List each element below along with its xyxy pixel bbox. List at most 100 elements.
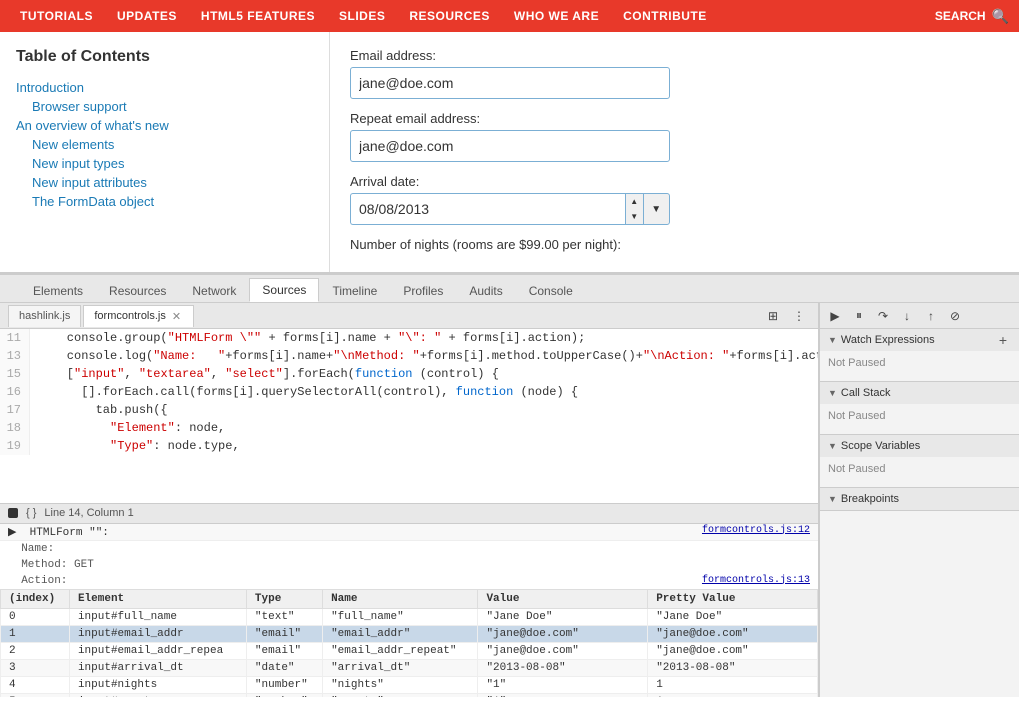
tab-sources[interactable]: Sources xyxy=(249,278,319,302)
add-watch-button[interactable]: + xyxy=(995,332,1011,348)
table-cell: 1 xyxy=(648,676,818,693)
nav-tutorials[interactable]: TUTORIALS xyxy=(10,3,103,29)
table-row[interactable]: 4input#nights"number""nights""1"1 xyxy=(1,676,818,693)
code-line-16: 16 [].forEach.call(forms[i].querySelecto… xyxy=(0,383,818,401)
toc-new-input-attrs[interactable]: New input attributes xyxy=(16,173,313,192)
table-cell: 5 xyxy=(1,693,70,697)
toc-introduction[interactable]: Introduction xyxy=(16,78,313,97)
call-stack-content: Not Paused xyxy=(820,404,1019,434)
watch-expressions-content: Not Paused xyxy=(820,351,1019,381)
table-cell: 4 xyxy=(1,676,70,693)
nav-resources[interactable]: RESOURCES xyxy=(399,3,500,29)
table-cell: "arrival_dt" xyxy=(323,659,478,676)
table-cell: 1 xyxy=(648,693,818,697)
step-out-button[interactable]: ↑ xyxy=(920,306,942,326)
code-line-13: 13 console.log("Name: "+forms[i].name+"\… xyxy=(0,347,818,365)
file-tabs: hashlink.js formcontrols.js ✕ ⊞ ⋮ xyxy=(0,303,818,329)
file-tab-formcontrols[interactable]: formcontrols.js ✕ xyxy=(83,305,194,327)
expand-arrow-icon: ▶ xyxy=(8,527,16,539)
file-tab-hashlink[interactable]: hashlink.js xyxy=(8,305,81,327)
col-type: Type xyxy=(246,589,322,608)
breakpoints-header[interactable]: ▼ Breakpoints xyxy=(820,488,1019,510)
nav-contribute[interactable]: CONTRIBUTE xyxy=(613,3,717,29)
debugger-toolbar: ▶ ⏸ ↷ ↓ ↑ ⊘ xyxy=(820,303,1019,329)
nav-whoweare[interactable]: WHO WE ARE xyxy=(504,3,609,29)
toc-new-elements[interactable]: New elements xyxy=(16,135,313,154)
data-table: (index) Element Type Name Value Pretty V… xyxy=(0,589,818,698)
file-tab-close-icon[interactable]: ✕ xyxy=(170,310,183,323)
table-row[interactable]: 5input#guests"number""guests""1"1 xyxy=(1,693,818,697)
nav-slides[interactable]: SLIDES xyxy=(329,3,395,29)
right-panel: ▶ ⏸ ↷ ↓ ↑ ⊘ ▼ Watch Expressions + Not Pa… xyxy=(819,303,1019,697)
table-cell: input#full_name xyxy=(69,608,246,625)
nav-html5features[interactable]: HTML5 FEATURES xyxy=(191,3,325,29)
toc-overview[interactable]: An overview of what's new xyxy=(16,116,313,135)
tab-elements[interactable]: Elements xyxy=(20,278,96,302)
col-value: Value xyxy=(478,589,648,608)
watch-expressions-header[interactable]: ▼ Watch Expressions + xyxy=(820,329,1019,351)
date-dropdown-button[interactable]: ▼ xyxy=(643,193,670,225)
date-up-button[interactable]: ▲ xyxy=(626,194,643,209)
step-into-button[interactable]: ↓ xyxy=(896,306,918,326)
table-cell: input#email_addr xyxy=(69,625,246,642)
table-cell: "number" xyxy=(246,676,322,693)
deactivate-button[interactable]: ⊘ xyxy=(944,306,966,326)
table-cell: "Jane Doe" xyxy=(478,608,648,625)
top-navigation: TUTORIALS UPDATES HTML5 FEATURES SLIDES … xyxy=(0,0,1019,32)
table-cell: 3 xyxy=(1,659,70,676)
tab-profiles[interactable]: Profiles xyxy=(390,278,456,302)
formcontrols-link-2[interactable]: formcontrols.js:13 xyxy=(702,575,810,586)
breakpoint-indicator xyxy=(8,508,18,518)
tab-timeline[interactable]: Timeline xyxy=(319,278,390,302)
email-input[interactable] xyxy=(350,67,670,99)
table-cell: "jane@doe.com" xyxy=(648,625,818,642)
call-stack-collapse-icon: ▼ xyxy=(828,388,837,398)
col-index: (index) xyxy=(1,589,70,608)
code-line-11: 11 console.group("HTMLForm \"" + forms[i… xyxy=(0,329,818,347)
table-row[interactable]: 1input#email_addr"email""email_addr""jan… xyxy=(1,625,818,642)
arrival-date-wrapper: ▲ ▼ ▼ xyxy=(350,193,670,225)
table-row[interactable]: 0input#full_name"text""full_name""Jane D… xyxy=(1,608,818,625)
table-cell: 0 xyxy=(1,608,70,625)
code-editor[interactable]: 11 console.group("HTMLForm \"" + forms[i… xyxy=(0,329,818,503)
tab-console[interactable]: Console xyxy=(516,278,586,302)
formcontrols-link-1[interactable]: formcontrols.js:12 xyxy=(702,525,810,536)
tab-audits[interactable]: Audits xyxy=(456,278,515,302)
tab-network[interactable]: Network xyxy=(179,278,249,302)
toc-browser-support[interactable]: Browser support xyxy=(16,97,313,116)
toc-title: Table of Contents xyxy=(16,48,313,66)
search-button[interactable]: SEARCH 🔍 xyxy=(935,8,1009,25)
panel-more-button[interactable]: ⋮ xyxy=(788,306,810,326)
step-over-button[interactable]: ↷ xyxy=(872,306,894,326)
console-htmlform-text: HTMLForm "": xyxy=(23,527,109,539)
scope-variables-header[interactable]: ▼ Scope Variables xyxy=(820,435,1019,457)
tab-resources[interactable]: Resources xyxy=(96,278,179,302)
pause-button[interactable]: ⏸ xyxy=(848,306,870,326)
table-cell: "email" xyxy=(246,625,322,642)
line-column-info: Line 14, Column 1 xyxy=(44,507,133,519)
table-row[interactable]: 3input#arrival_dt"date""arrival_dt""2013… xyxy=(1,659,818,676)
table-cell: "2013-08-08" xyxy=(648,659,818,676)
console-action-line: Action: formcontrols.js:13 xyxy=(0,573,818,589)
console-method-line: Method: GET xyxy=(0,557,818,573)
call-stack-header[interactable]: ▼ Call Stack xyxy=(820,382,1019,404)
table-cell: "1" xyxy=(478,676,648,693)
breakpoints-label: Breakpoints xyxy=(841,493,899,505)
toc-sidebar: Table of Contents Introduction Browser s… xyxy=(0,32,330,272)
nav-updates[interactable]: UPDATES xyxy=(107,3,187,29)
resume-button[interactable]: ▶ xyxy=(824,306,846,326)
col-element: Element xyxy=(69,589,246,608)
table-cell: "1" xyxy=(478,693,648,697)
repeat-email-input[interactable] xyxy=(350,130,670,162)
toc-formdata[interactable]: The FormData object xyxy=(16,192,313,211)
arrival-date-input[interactable] xyxy=(350,193,625,225)
table-cell: input#arrival_dt xyxy=(69,659,246,676)
toc-new-input-types[interactable]: New input types xyxy=(16,154,313,173)
repeat-email-label: Repeat email address: xyxy=(350,111,999,126)
watch-expressions-label: Watch Expressions xyxy=(841,334,935,346)
nights-label: Number of nights (rooms are $99.00 per n… xyxy=(350,237,999,252)
console-expand-line[interactable]: ▶ HTMLForm "": formcontrols.js:12 xyxy=(0,524,818,541)
date-down-button[interactable]: ▼ xyxy=(626,209,643,224)
panel-detach-button[interactable]: ⊞ xyxy=(762,306,784,326)
scope-collapse-icon: ▼ xyxy=(828,441,837,451)
